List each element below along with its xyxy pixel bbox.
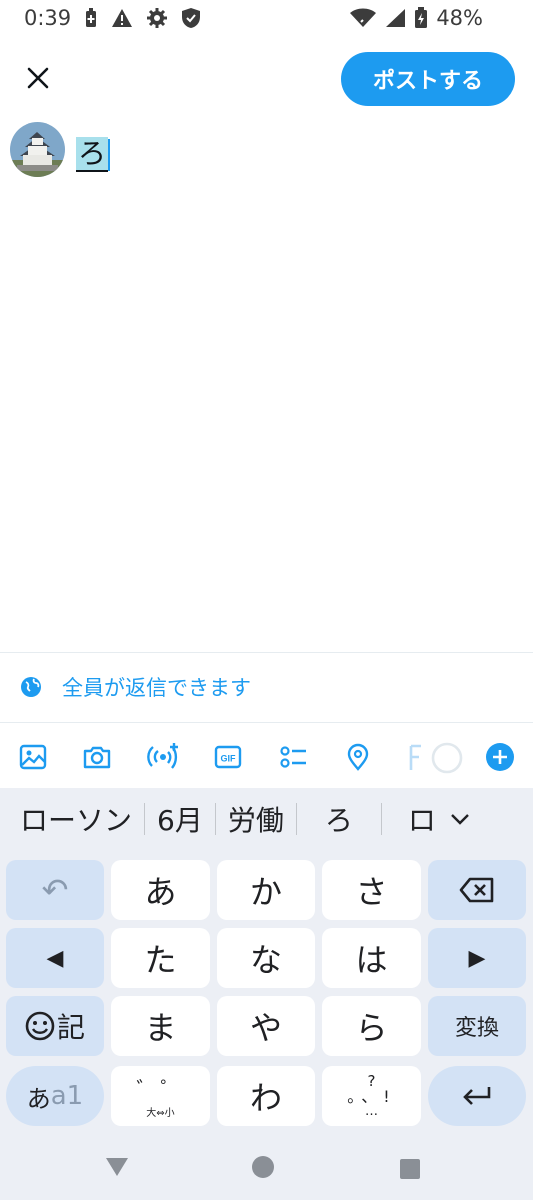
castle-photo-icon: [10, 122, 65, 177]
wifi-icon: [350, 8, 377, 27]
back-nav-icon[interactable]: [104, 1156, 130, 1178]
key-ha[interactable]: は: [322, 928, 421, 988]
mode-alnum-label: a1: [50, 1081, 84, 1111]
punctuation-key[interactable]: ? 。、! …: [322, 1066, 421, 1126]
reply-setting-label: 全員が返信できます: [62, 676, 251, 700]
chevron-down-icon[interactable]: [450, 812, 470, 826]
divider: [0, 652, 533, 653]
suggestion[interactable]: 労働: [216, 799, 296, 839]
suggestion-separator: [380, 803, 382, 835]
gif-icon[interactable]: GIF: [214, 742, 242, 772]
post-button[interactable]: ポストする: [341, 52, 515, 106]
compose-header: ポストする: [0, 50, 533, 106]
char-counter: [409, 742, 463, 774]
reply-setting-button[interactable]: 全員が返信できます: [20, 672, 251, 702]
backspace-key[interactable]: [428, 860, 526, 920]
composing-text: ろ: [76, 137, 109, 172]
settings-gear-icon: [147, 8, 168, 28]
image-icon[interactable]: [18, 742, 48, 772]
poll-icon[interactable]: [278, 742, 308, 772]
compose-toolbar: GIF: [0, 732, 533, 782]
camera-icon[interactable]: [82, 742, 112, 772]
key-a[interactable]: あ: [111, 860, 210, 920]
system-nav-bar: [0, 1132, 533, 1200]
status-bar: 0:39 48%: [0, 0, 533, 36]
globe-icon: [21, 677, 41, 697]
battery-percentage: 48%: [436, 6, 483, 30]
battery-icon: [415, 7, 428, 28]
divider: [0, 722, 533, 723]
key-ya[interactable]: や: [217, 996, 315, 1056]
suggestion[interactable]: ろ: [297, 799, 381, 839]
ime-keyboard: ローソン 6月 労働 ろ ロ ↶ あ か さ ◀ た な は ▶ 記 ま や ら…: [0, 788, 533, 1132]
voice-space-icon[interactable]: [146, 742, 180, 772]
dakuten-key[interactable]: ゛゜ 大⇔小: [111, 1066, 210, 1126]
dakuten-sublabel: 大⇔小: [146, 1108, 175, 1119]
dakuten-label: ゛゜: [136, 1077, 185, 1101]
close-icon[interactable]: [22, 62, 54, 94]
battery-saver-icon: [86, 8, 97, 27]
status-time: 0:39: [24, 6, 72, 30]
henkan-key[interactable]: 変換: [428, 996, 526, 1056]
status-icons-left: [85, 7, 201, 29]
key-wa[interactable]: わ: [217, 1066, 315, 1126]
undo-key[interactable]: ↶: [6, 860, 104, 920]
suggestion[interactable]: ロ: [408, 799, 432, 839]
key-ta[interactable]: た: [111, 928, 210, 988]
suggestion[interactable]: ローソン: [0, 799, 144, 839]
suggestion[interactable]: 6月: [145, 799, 215, 839]
mode-kana-label: あ: [26, 1084, 51, 1113]
warning-icon: [112, 9, 133, 27]
compose-input[interactable]: ろ: [76, 132, 111, 172]
backspace-icon: [459, 877, 494, 903]
punct-mid: 。、!: [347, 1087, 396, 1106]
add-icon[interactable]: [486, 743, 514, 771]
enter-icon: [463, 1087, 491, 1105]
emoji-symbol-key[interactable]: 記: [6, 996, 104, 1056]
key-ra[interactable]: ら: [322, 996, 421, 1056]
smiley-icon: [25, 1011, 55, 1041]
key-ka[interactable]: か: [217, 860, 315, 920]
input-mode-key[interactable]: あ a1: [6, 1066, 104, 1126]
cursor-right-key[interactable]: ▶: [428, 928, 526, 988]
punct-bottom: …: [365, 1104, 378, 1119]
recents-nav-icon[interactable]: [400, 1159, 420, 1179]
key-na[interactable]: な: [217, 928, 315, 988]
cursor-left-key[interactable]: ◀: [6, 928, 104, 988]
key-ma[interactable]: ま: [111, 996, 210, 1056]
signal-icon: [386, 9, 406, 27]
suggestion-bar: ローソン 6月 労働 ろ ロ: [0, 788, 533, 850]
emoji-key-label: 記: [56, 1011, 85, 1044]
avatar[interactable]: [10, 122, 65, 177]
key-sa[interactable]: さ: [322, 860, 421, 920]
enter-key[interactable]: [428, 1066, 526, 1126]
text-caret: [108, 139, 111, 171]
status-icons-right: 48%: [350, 6, 483, 30]
svg-text:GIF: GIF: [221, 754, 237, 764]
location-icon[interactable]: [343, 742, 373, 772]
shield-icon: [182, 8, 201, 28]
home-nav-icon[interactable]: [252, 1156, 274, 1178]
